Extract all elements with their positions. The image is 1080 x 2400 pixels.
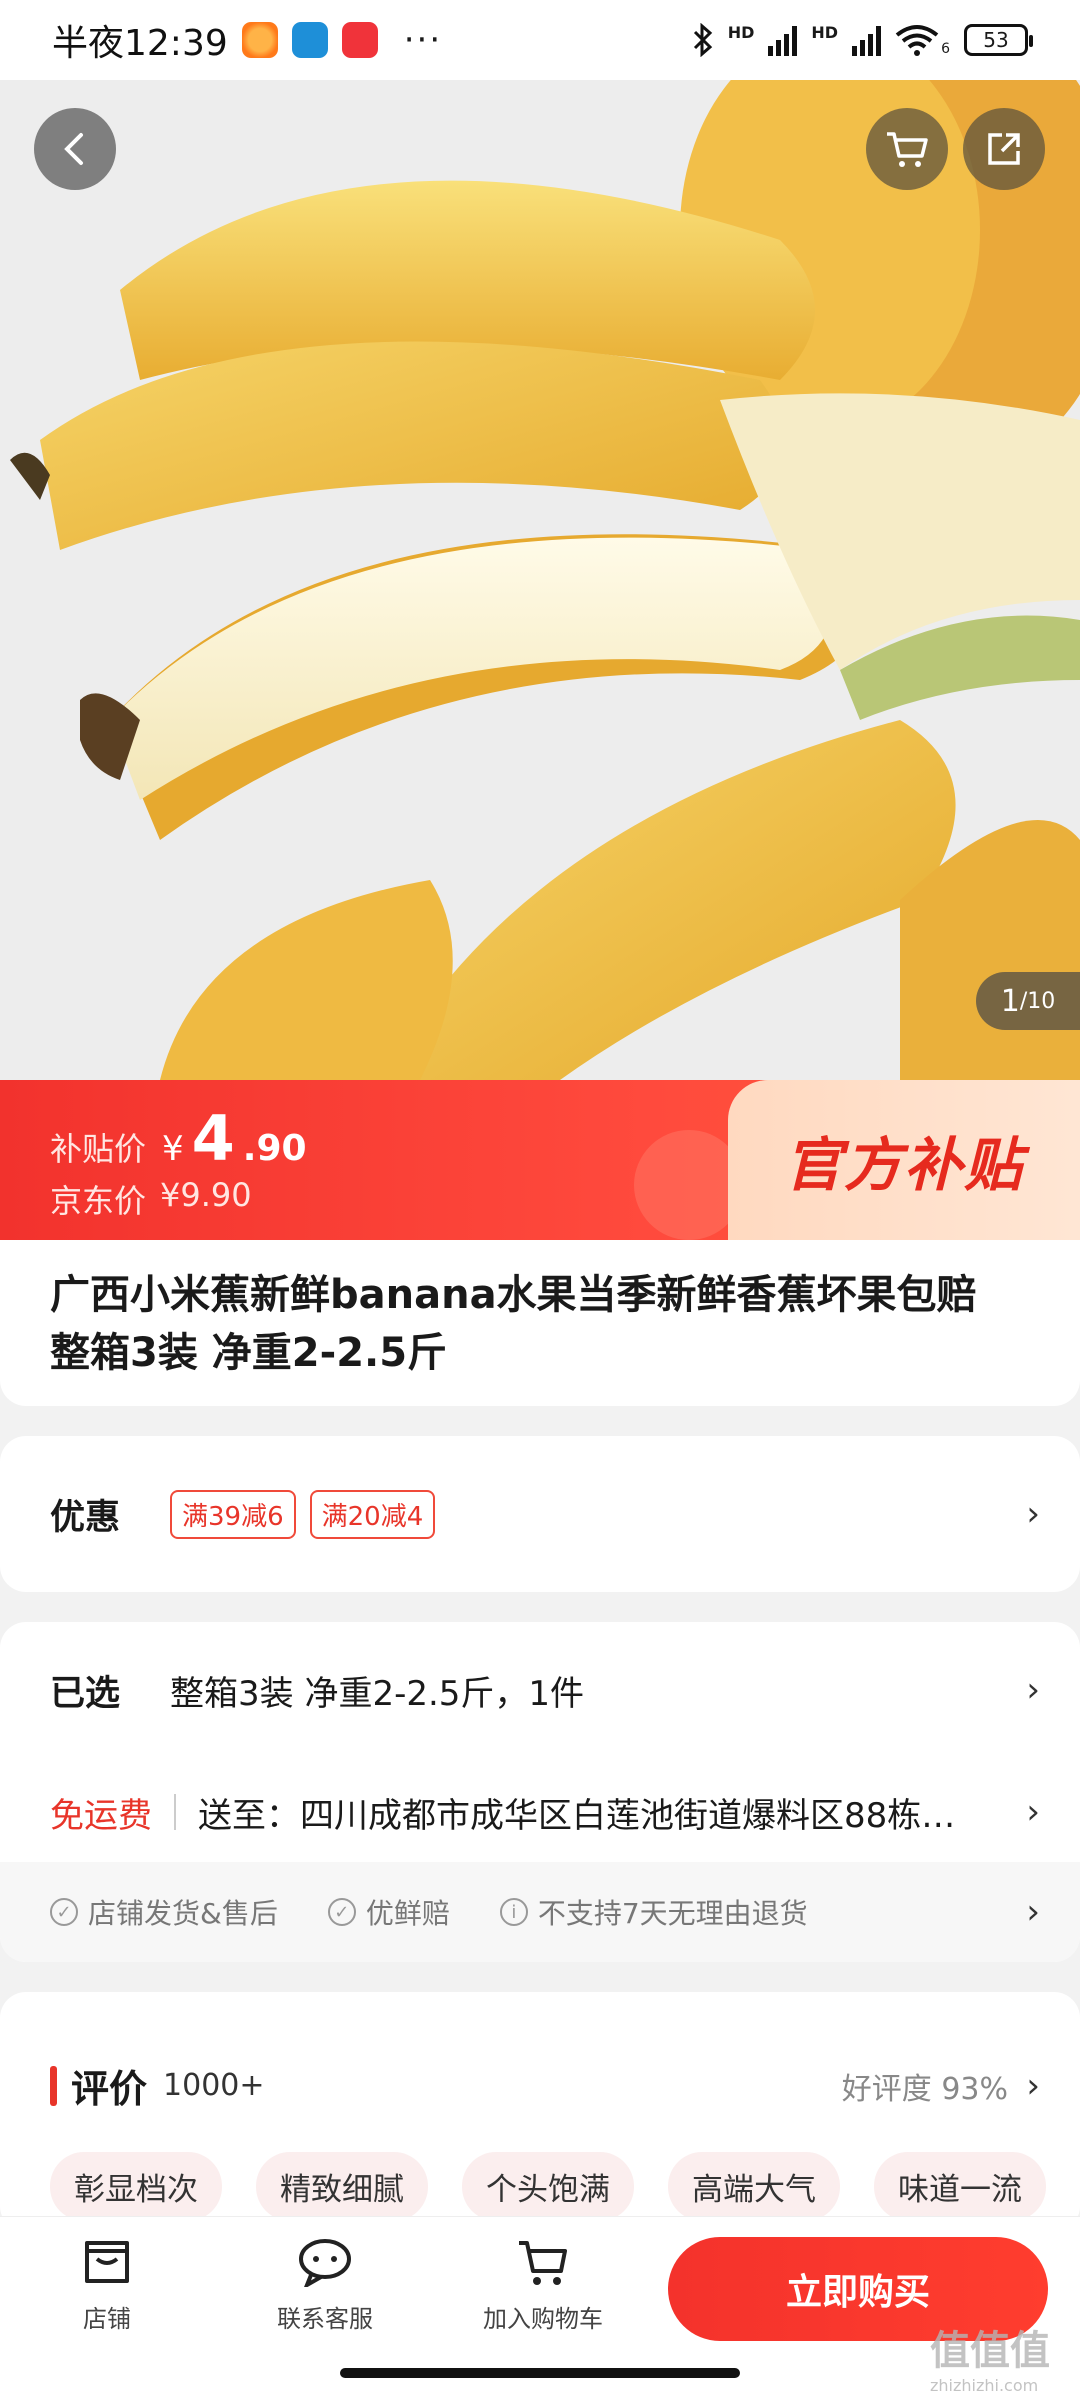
reviews-title: 评价 bbox=[71, 2067, 148, 2111]
chevron-right-icon: › bbox=[1026, 1670, 1040, 1710]
product-title: 广西小米蕉新鲜banana水果当季新鲜香蕉坏果包赔 整箱3装 净重2-2.5斤 bbox=[50, 1272, 977, 1376]
review-tag[interactable]: 精致细腻 bbox=[256, 2152, 428, 2221]
status-bar: 半夜12:39 ··· HD HD 6 53 bbox=[0, 0, 1080, 80]
chat-icon bbox=[299, 2239, 351, 2287]
battery-icon: 53 bbox=[964, 24, 1033, 56]
shipping-row[interactable]: 免运费 送至：四川成都市成华区白莲池街道爆料区88栋… › bbox=[50, 1782, 1040, 1842]
review-tag[interactable]: 味道一流 bbox=[874, 2152, 1046, 2221]
banana-product-image bbox=[0, 80, 1080, 1080]
signal-icon-2 bbox=[852, 24, 882, 56]
signal-icon-1 bbox=[768, 24, 798, 56]
check-circle-icon: ✓ bbox=[50, 1898, 78, 1926]
delivery-address: 送至：四川成都市成华区白莲池街道爆料区88栋… bbox=[198, 1795, 956, 1836]
review-tag[interactable]: 彰显档次 bbox=[50, 2152, 222, 2221]
official-subsidy-badge: 官方补贴 bbox=[728, 1080, 1080, 1240]
service-item: 优鲜赔 bbox=[365, 1897, 450, 1930]
store-label: 店铺 bbox=[83, 2305, 131, 2333]
selection-card: 已选 整箱3装 净重2-2.5斤，1件 › 免运费 送至：四川成都市成华区白莲池… bbox=[0, 1622, 1080, 1962]
reviews-count: 1000+ bbox=[163, 2068, 265, 2103]
chevron-right-icon: › bbox=[1026, 1892, 1040, 1932]
signal-hd-label-1: HD bbox=[727, 23, 755, 42]
promo-label: 优惠 bbox=[50, 1497, 121, 1538]
review-tags: 彰显档次 精致细腻 个头饱满 高端大气 味道一流 bbox=[50, 2152, 1046, 2221]
subsidy-price-decimal: .90 bbox=[242, 1128, 307, 1169]
service-item: 店铺发货&售后 bbox=[88, 1897, 278, 1930]
watermark-logo: 值值值 zhizhizhi.com bbox=[930, 2318, 1050, 2395]
reviews-header[interactable]: 评价 1000+ 好评度 93% › bbox=[50, 2058, 1040, 2113]
home-indicator[interactable] bbox=[340, 2368, 740, 2378]
status-time: 半夜12:39 bbox=[52, 23, 228, 64]
layers-app-icon bbox=[291, 22, 328, 58]
wifi-sub-label: 6 bbox=[941, 41, 950, 57]
page-total: /10 bbox=[1019, 988, 1056, 1014]
image-page-indicator: 1/10 bbox=[976, 972, 1080, 1030]
subsidy-price-integer: 4 bbox=[191, 1102, 235, 1175]
news-app-icon bbox=[341, 22, 378, 58]
review-tag[interactable]: 个头饱满 bbox=[462, 2152, 634, 2221]
selected-spec-row[interactable]: 已选 整箱3装 净重2-2.5斤，1件 › bbox=[50, 1660, 1040, 1720]
selected-spec-value: 整箱3装 净重2-2.5斤，1件 bbox=[170, 1673, 585, 1714]
product-title-card: 广西小米蕉新鲜banana水果当季新鲜香蕉坏果包赔 整箱3装 净重2-2.5斤 bbox=[0, 1240, 1080, 1406]
check-circle-icon: ✓ bbox=[327, 1898, 356, 1926]
promo-card[interactable]: 优惠 满39减6 满20减4 › bbox=[0, 1436, 1080, 1592]
customer-service-button[interactable]: 联系客服 bbox=[250, 2237, 400, 2334]
chevron-right-icon: › bbox=[1026, 1792, 1040, 1832]
store-button[interactable]: 店铺 bbox=[32, 2237, 182, 2334]
cart-icon bbox=[887, 132, 928, 167]
section-marker bbox=[50, 2065, 57, 2106]
cart-icon bbox=[519, 2241, 567, 2285]
free-shipping-label: 免运费 bbox=[50, 1795, 152, 1836]
info-icon: i bbox=[499, 1898, 528, 1926]
divider bbox=[174, 1794, 176, 1830]
jd-price-value: ¥9.90 bbox=[160, 1176, 252, 1214]
subsidy-price-label: 补贴价 bbox=[50, 1130, 147, 1168]
review-tag[interactable]: 高端大气 bbox=[668, 2152, 840, 2221]
app-notification-icon bbox=[241, 22, 278, 58]
back-button[interactable] bbox=[34, 108, 116, 190]
chevron-left-icon bbox=[64, 133, 83, 165]
more-notifications-icon: ··· bbox=[403, 20, 443, 60]
share-icon bbox=[988, 133, 1020, 165]
jd-price-label: 京东价 bbox=[50, 1182, 147, 1220]
bluetooth-icon bbox=[693, 23, 712, 57]
service-item: 不支持7天无理由退货 bbox=[537, 1897, 808, 1930]
positive-rate: 好评度 93% bbox=[841, 2071, 1008, 2107]
share-button[interactable] bbox=[963, 108, 1045, 190]
product-image-carousel[interactable]: 1/10 bbox=[0, 80, 1080, 1080]
selected-label: 已选 bbox=[50, 1673, 121, 1714]
chevron-right-icon: › bbox=[1026, 2065, 1040, 2106]
cart-button[interactable] bbox=[866, 108, 948, 190]
service-strip[interactable]: ✓ 店铺发货&售后 ✓ 优鲜赔 i 不支持7天无理由退货 › bbox=[0, 1862, 1080, 1962]
watermark-url: zhizhizhi.com bbox=[930, 2376, 1039, 2395]
store-icon bbox=[85, 2241, 129, 2283]
add-to-cart-button[interactable]: 加入购物车 bbox=[468, 2237, 618, 2334]
price-banner: 补贴价 ¥ 4 .90 京东价 ¥9.90 官方补贴 bbox=[0, 1080, 1080, 1240]
coupon-tag[interactable]: 满20减4 bbox=[309, 1489, 436, 1539]
watermark-text: 值值值 bbox=[930, 2328, 1050, 2374]
chevron-right-icon: › bbox=[1026, 1494, 1040, 1534]
currency-symbol: ¥ bbox=[162, 1129, 184, 1169]
add-to-cart-label: 加入购物车 bbox=[483, 2305, 603, 2333]
signal-hd-label-2: HD bbox=[811, 23, 839, 42]
coupon-tag[interactable]: 满39减6 bbox=[170, 1489, 296, 1539]
customer-service-label: 联系客服 bbox=[277, 2305, 373, 2333]
wifi-icon bbox=[895, 25, 939, 56]
page-current: 1 bbox=[1000, 983, 1020, 1019]
